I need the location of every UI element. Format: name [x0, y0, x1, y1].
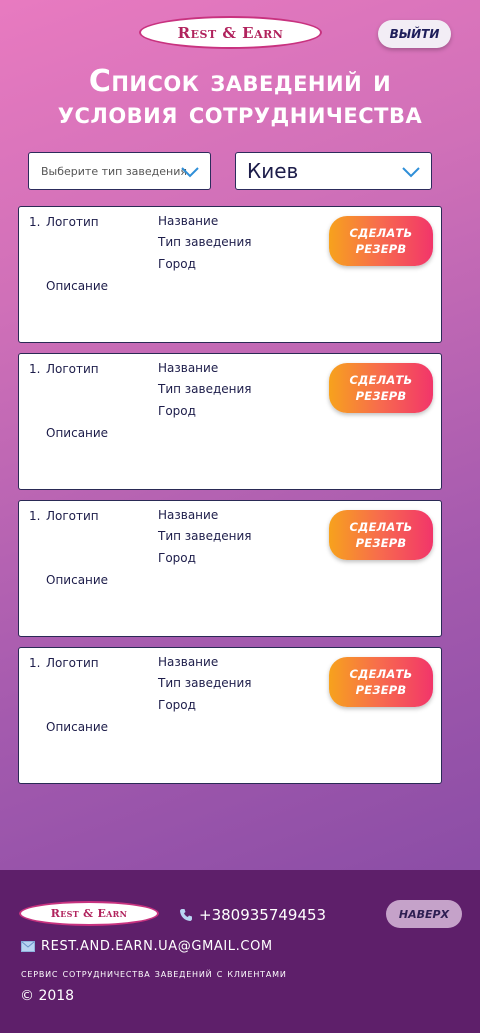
logo[interactable]: Rest & Earn	[139, 16, 322, 49]
page-title-line1: Список заведений и	[88, 64, 392, 99]
venue-card: 1. Логотип Название Тип заведения Город …	[18, 353, 442, 490]
footer-logo[interactable]: Rest & Earn	[19, 901, 159, 926]
reserve-button[interactable]: СДЕЛАТЬ РЕЗЕРВ	[329, 510, 433, 560]
footer: Rest & Earn +380935749453 НАВЕРХ REST.AN…	[0, 870, 480, 1033]
chevron-down-icon	[181, 167, 199, 178]
phone-number: +380935749453	[199, 906, 327, 924]
card-description: Описание	[46, 426, 109, 440]
card-name: Название	[158, 508, 219, 522]
footer-slogan: сервис сотрудничества заведений с клиент…	[21, 967, 287, 980]
card-name: Название	[158, 214, 219, 228]
reserve-button[interactable]: СДЕЛАТЬ РЕЗЕРВ	[329, 363, 433, 413]
footer-phone[interactable]: +380935749453	[179, 906, 326, 924]
venue-card: 1. Логотип Название Тип заведения Город …	[18, 500, 442, 637]
card-city: Город	[158, 551, 196, 565]
card-logo: Логотип	[46, 509, 99, 523]
card-city: Город	[158, 257, 196, 271]
footer-email[interactable]: REST.AND.EARN.UA@GMAIL.COM	[21, 939, 273, 954]
card-number: 1.	[29, 656, 41, 670]
card-logo: Логотип	[46, 362, 99, 376]
city-select[interactable]: Киев	[235, 152, 432, 190]
card-logo: Логотип	[46, 656, 99, 670]
phone-icon	[180, 909, 192, 921]
reserve-button[interactable]: СДЕЛАТЬ РЕЗЕРВ	[329, 657, 433, 707]
card-city: Город	[158, 698, 196, 712]
card-number: 1.	[29, 215, 41, 229]
logout-button[interactable]: ВЫЙТИ	[378, 20, 451, 48]
page-title-line2: условия сотрудничества	[57, 96, 423, 131]
card-name: Название	[158, 361, 219, 375]
venue-type-placeholder: Выберите тип заведения	[41, 164, 188, 178]
card-type: Тип заведения	[158, 676, 252, 690]
card-logo: Логотип	[46, 215, 99, 229]
city-select-value: Киев	[247, 159, 299, 183]
copyright: © 2018	[20, 988, 75, 1004]
card-description: Описание	[46, 720, 109, 734]
page: Rest & Earn ВЫЙТИ Список заведений и усл…	[0, 0, 480, 1033]
mail-icon	[21, 941, 35, 952]
card-type: Тип заведения	[158, 235, 252, 249]
card-description: Описание	[46, 573, 109, 587]
page-title: Список заведений и условия сотрудничеств…	[0, 66, 480, 130]
reserve-button[interactable]: СДЕЛАТЬ РЕЗЕРВ	[329, 216, 433, 266]
card-name: Название	[158, 655, 219, 669]
venue-card: 1. Логотип Название Тип заведения Город …	[18, 647, 442, 784]
card-number: 1.	[29, 362, 41, 376]
card-type: Тип заведения	[158, 382, 252, 396]
scroll-top-button[interactable]: НАВЕРХ	[386, 900, 462, 928]
email-address: REST.AND.EARN.UA@GMAIL.COM	[41, 939, 273, 954]
chevron-down-icon	[402, 167, 420, 178]
card-type: Тип заведения	[158, 529, 252, 543]
card-city: Город	[158, 404, 196, 418]
venue-type-select[interactable]: Выберите тип заведения	[28, 152, 211, 190]
card-description: Описание	[46, 279, 109, 293]
venue-card: 1. Логотип Название Тип заведения Город …	[18, 206, 442, 343]
card-number: 1.	[29, 509, 41, 523]
